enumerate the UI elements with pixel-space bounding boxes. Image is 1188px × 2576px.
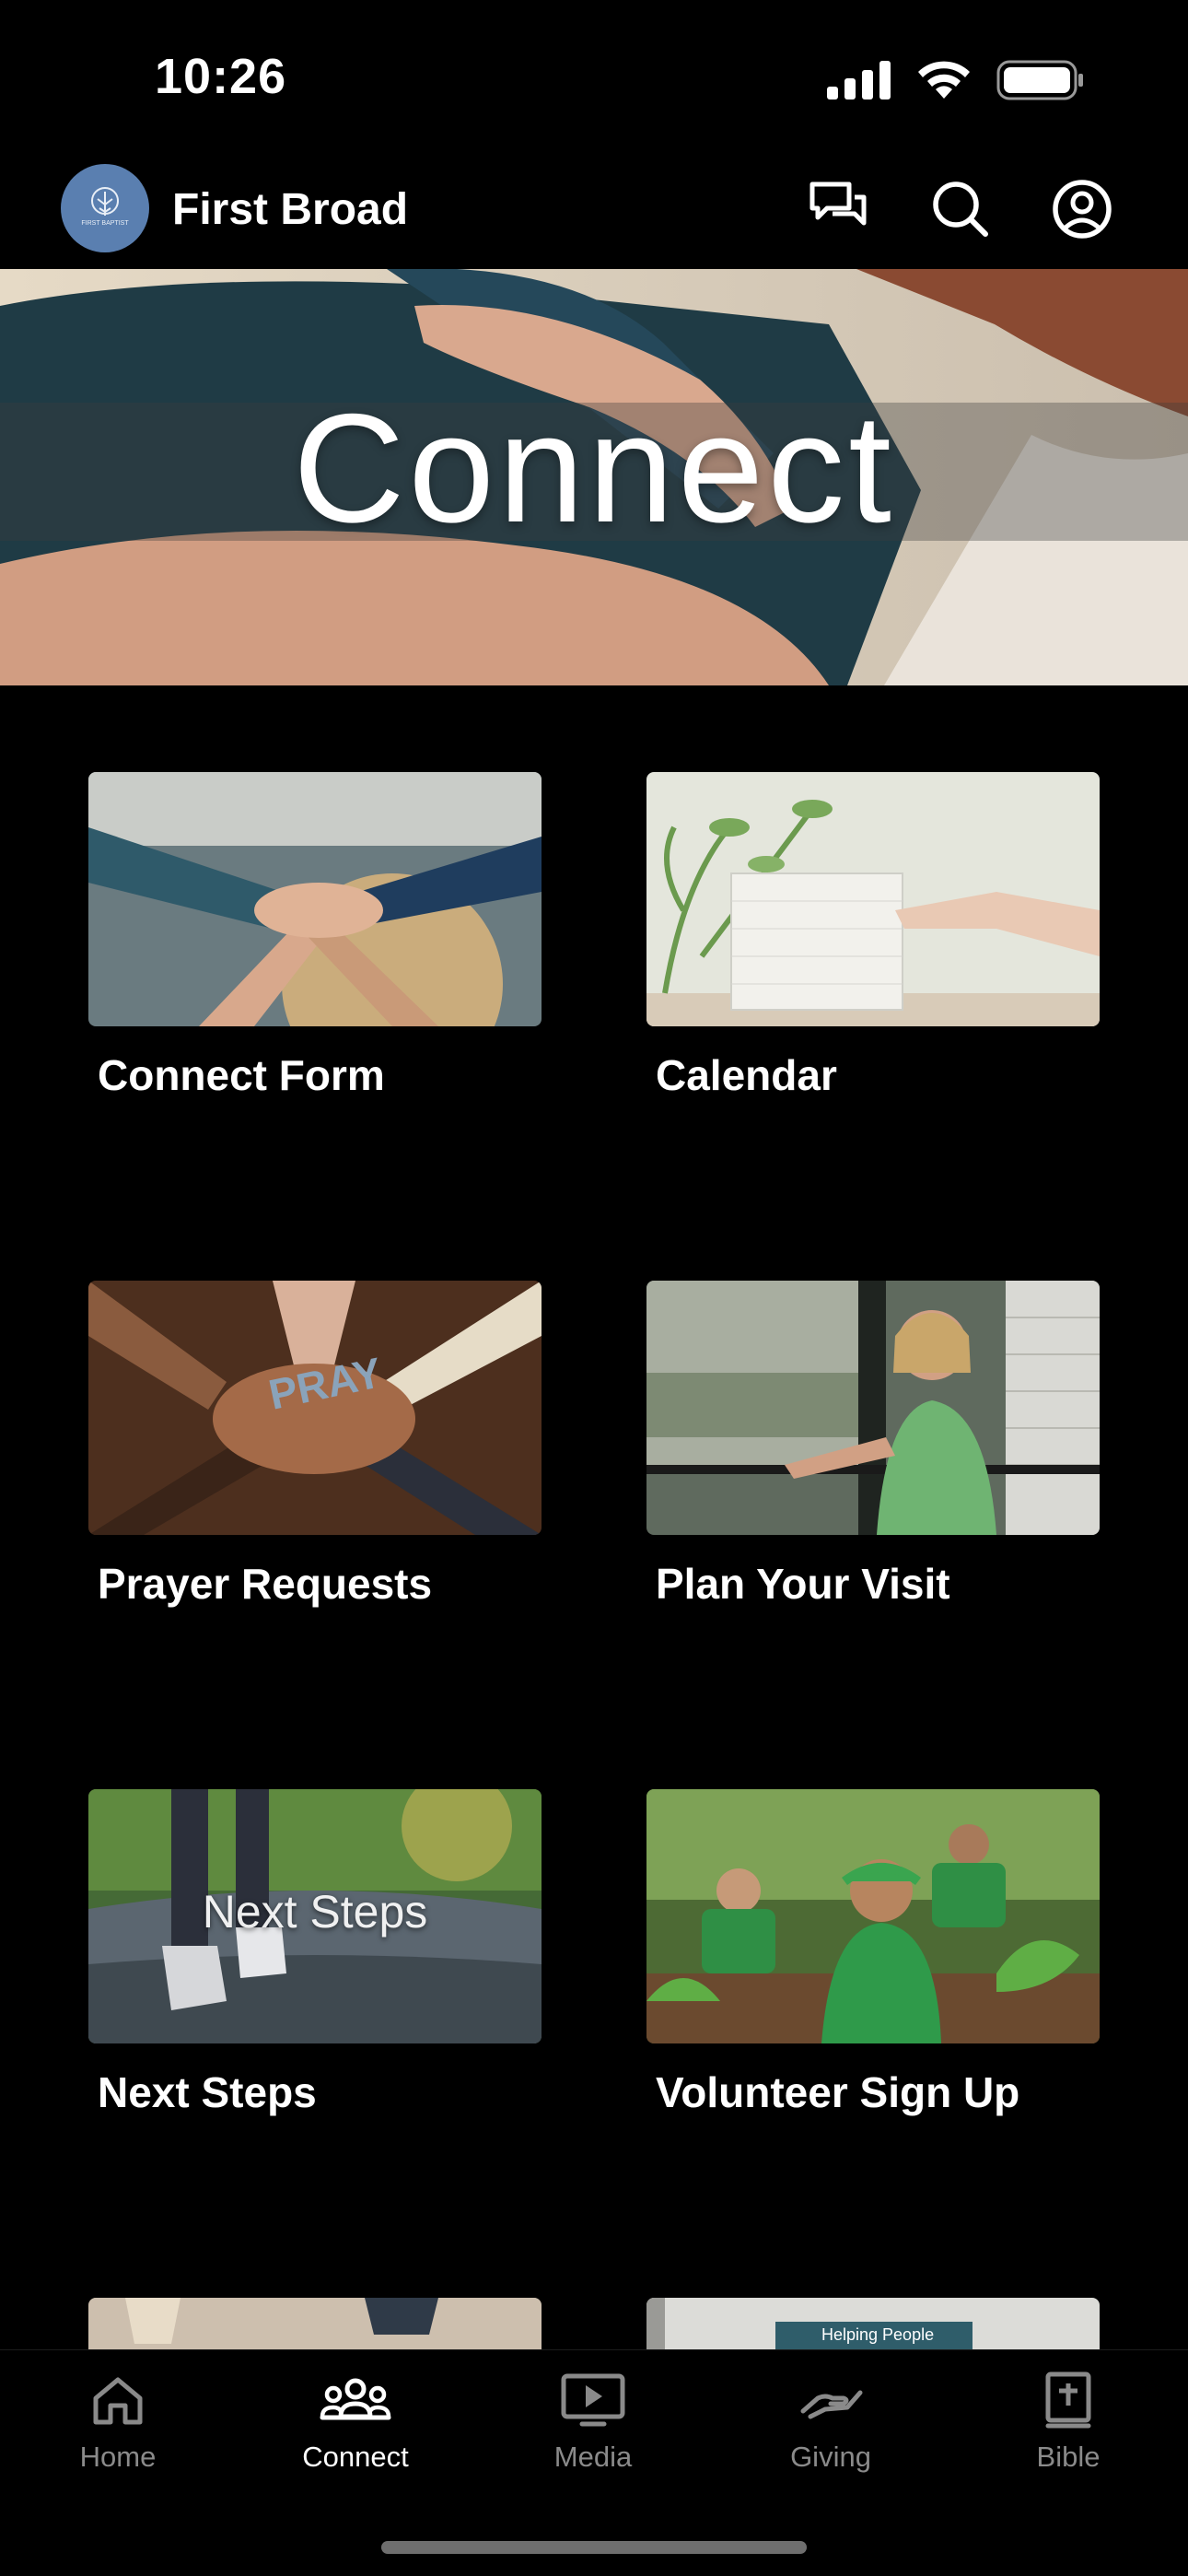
church-logo[interactable]: FIRST BAPTIST bbox=[61, 164, 149, 252]
status-time: 10:26 bbox=[155, 49, 287, 104]
wifi-icon bbox=[918, 61, 970, 99]
bible-icon bbox=[1045, 2371, 1091, 2429]
tile-partial-left[interactable] bbox=[88, 2298, 542, 2349]
tab-bible[interactable]: Bible bbox=[976, 2371, 1160, 2474]
tile-volunteer-sign-up[interactable]: Volunteer Sign Up bbox=[646, 1789, 1100, 2117]
home-indicator[interactable] bbox=[381, 2541, 807, 2554]
tab-label: Media bbox=[553, 2441, 633, 2473]
connect-grid: Connect Form Calendar PRAY Prayer Reques… bbox=[0, 685, 1188, 2349]
helping-people-sign: Helping People bbox=[775, 2322, 973, 2349]
tile-label: Volunteer Sign Up bbox=[656, 2068, 1020, 2116]
media-icon bbox=[561, 2373, 625, 2427]
tree-logo-icon: FIRST BAPTIST bbox=[81, 187, 129, 227]
tile-prayer-requests[interactable]: PRAY Prayer Requests bbox=[88, 1281, 542, 1609]
tab-giving[interactable]: Giving bbox=[739, 2371, 923, 2474]
app-header: FIRST BAPTIST First Broad bbox=[0, 147, 1188, 269]
tile-label: Next Steps bbox=[98, 2068, 317, 2116]
connect-form-image bbox=[88, 772, 542, 1026]
partial-right-image: Helping People bbox=[646, 2298, 1100, 2349]
tab-label: Bible bbox=[1036, 2441, 1101, 2473]
tab-home[interactable]: Home bbox=[26, 2371, 210, 2474]
tab-label: Home bbox=[79, 2441, 157, 2473]
chat-icon[interactable] bbox=[807, 177, 871, 241]
tile-calendar[interactable]: Calendar bbox=[646, 772, 1100, 1100]
battery-icon bbox=[996, 60, 1083, 100]
partial-left-image bbox=[88, 2298, 542, 2349]
giving-icon bbox=[800, 2390, 863, 2419]
status-bar: 10:26 bbox=[0, 0, 1188, 147]
tile-next-steps[interactable]: Next Steps Next Steps bbox=[88, 1789, 542, 2117]
search-icon[interactable] bbox=[928, 177, 993, 241]
next-steps-image-text: Next Steps bbox=[202, 1886, 428, 1938]
tile-plan-your-visit[interactable]: Plan Your Visit bbox=[646, 1281, 1100, 1609]
tile-connect-form[interactable]: Connect Form bbox=[88, 772, 542, 1100]
calendar-image bbox=[646, 772, 1100, 1026]
tab-media[interactable]: Media bbox=[501, 2371, 685, 2474]
church-name: First Broad bbox=[172, 185, 409, 234]
home-icon bbox=[93, 2377, 143, 2425]
logo-text: FIRST BAPTIST bbox=[81, 220, 129, 227]
tile-partial-right[interactable]: Helping People bbox=[646, 2298, 1100, 2349]
tile-label: Plan Your Visit bbox=[656, 1560, 950, 1608]
status-icons bbox=[827, 59, 1085, 101]
prayer-requests-image: PRAY bbox=[88, 1281, 542, 1535]
hero-banner: Connect bbox=[0, 269, 1188, 685]
next-steps-image: Next Steps bbox=[88, 1789, 542, 2043]
plan-your-visit-image bbox=[646, 1281, 1100, 1535]
hero-title: Connect bbox=[293, 381, 895, 555]
volunteer-sign-up-image bbox=[646, 1789, 1100, 2043]
tile-label: Calendar bbox=[656, 1051, 837, 1099]
cellular-signal-icon bbox=[827, 61, 891, 100]
tab-connect[interactable]: Connect bbox=[263, 2371, 448, 2474]
people-icon bbox=[320, 2378, 391, 2420]
profile-icon[interactable] bbox=[1050, 177, 1114, 241]
tab-label: Giving bbox=[790, 2441, 871, 2473]
tile-label: Connect Form bbox=[98, 1051, 385, 1099]
tile-label: Prayer Requests bbox=[98, 1560, 433, 1608]
tab-label: Connect bbox=[302, 2441, 409, 2473]
